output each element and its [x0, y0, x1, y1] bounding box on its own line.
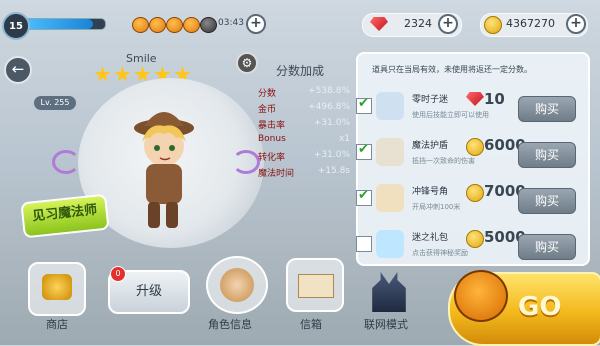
add-life-button[interactable]: + — [246, 14, 266, 34]
hourglass-icon — [376, 92, 404, 120]
item-description: 开局冲刺100米 — [412, 203, 461, 211]
score-bonus-label: 暴击率 — [258, 121, 286, 131]
score-bonus-row: 转化率 +31.0% — [258, 150, 350, 163]
character-info-label: 角色信息 — [208, 318, 252, 331]
score-bonus-label: 分数 — [258, 89, 277, 99]
add-coins-button[interactable]: + — [566, 14, 586, 34]
item-name: 迷之礼包 — [412, 233, 449, 243]
item-name: 魔法护盾 — [412, 141, 449, 151]
score-bonus-value: x1 — [338, 134, 350, 144]
buy-button[interactable]: 购买 — [518, 142, 576, 168]
star-icon — [114, 66, 131, 82]
item-checkbox[interactable] — [356, 96, 372, 114]
coin-icon — [466, 138, 484, 156]
score-bonus-label: 转化率 — [258, 153, 286, 163]
magic-swirl-icon — [232, 150, 260, 174]
score-bonus-value: +496.8% — [308, 102, 350, 112]
empty-life-icon — [200, 17, 217, 33]
item-checkbox[interactable] — [356, 142, 372, 160]
character-face-icon — [220, 268, 254, 302]
envelope-icon — [298, 274, 334, 298]
shop-button[interactable] — [28, 262, 86, 316]
score-bonus-label: Bonus — [258, 134, 286, 144]
score-bonus-row: Bonus x1 — [258, 134, 350, 144]
score-bonus-value: +538.8% — [308, 86, 350, 96]
item-name: 冲锋号角 — [412, 187, 449, 197]
xp-progress-fill — [23, 19, 93, 29]
star-icon — [94, 66, 111, 82]
pumpkin-life-icon — [149, 17, 166, 33]
title-badge: 见习魔法师 — [20, 193, 110, 239]
back-button[interactable]: ← — [4, 56, 32, 84]
mailbox-button[interactable] — [286, 258, 344, 312]
coin-icon — [466, 230, 484, 248]
character-portrait[interactable] — [118, 98, 208, 238]
horn-icon — [376, 184, 404, 212]
item-checkbox[interactable] — [356, 188, 372, 206]
item-description: 点击获得神秘奖励 — [412, 249, 468, 257]
score-bonus-row: 暴击率 +31.0% — [258, 118, 350, 131]
shop-label: 商店 — [46, 318, 68, 331]
item-checkbox[interactable] — [356, 236, 372, 252]
score-bonus-row: 分数 +538.8% — [258, 86, 350, 99]
pumpkin-life-icon — [183, 17, 200, 33]
buy-button[interactable]: 购买 — [518, 96, 576, 122]
xp-progress-bar — [22, 18, 106, 30]
character-info-button[interactable] — [206, 256, 268, 314]
score-bonus-row: 魔法时间 +15.8s — [258, 166, 350, 179]
item-name: 零时子迷 — [412, 95, 449, 105]
score-bonus-label: 金币 — [258, 105, 277, 115]
item-description: 抵挡一次致命的伤害 — [412, 157, 475, 165]
score-bonus-value: +31.0% — [313, 118, 350, 128]
gems-count: 2324 — [404, 17, 432, 30]
mailbox-label: 信箱 — [300, 318, 322, 331]
score-bonus-row: 金币 +496.8% — [258, 102, 350, 115]
settings-gear-icon[interactable]: ⚙ — [236, 52, 258, 74]
add-gems-button[interactable]: + — [438, 14, 458, 34]
coin-icon — [466, 184, 484, 202]
go-label: GO — [518, 292, 562, 322]
player-name: Smile — [126, 52, 157, 65]
score-bonus-value: +31.0% — [313, 150, 350, 160]
pumpkin-life-icon — [166, 17, 183, 33]
buy-button[interactable]: 购买 — [518, 234, 576, 260]
upgrade-notification-badge: 0 — [110, 266, 126, 282]
coin-icon — [484, 16, 502, 34]
score-bonus-value: +15.8s — [317, 166, 350, 176]
pumpkin-life-icon — [132, 17, 149, 33]
score-bonus-label: 魔法时间 — [258, 169, 295, 179]
shield-icon — [376, 138, 404, 166]
life-timer: 03:43 — [218, 18, 244, 28]
character-level-badge: Lv. 255 — [34, 96, 76, 110]
player-level-badge: 15 — [2, 12, 30, 40]
network-mode-label: 联网模式 — [364, 318, 408, 331]
gift-box-icon — [376, 230, 404, 258]
item-description: 使用后技能立即可以使用 — [412, 111, 489, 119]
score-bonus-title: 分数加成 — [276, 64, 325, 78]
castle-icon[interactable] — [372, 272, 406, 312]
buy-button[interactable]: 购买 — [518, 188, 576, 214]
jack-o-lantern-icon — [454, 270, 508, 322]
shop-note: 道具只在当局有效，未使用将返还一定分数。 — [372, 65, 532, 74]
treasure-bag-icon — [42, 274, 72, 300]
coins-count: 4367270 — [506, 17, 555, 30]
magic-swirl-icon — [52, 150, 80, 174]
item-price: 10 — [484, 90, 505, 108]
